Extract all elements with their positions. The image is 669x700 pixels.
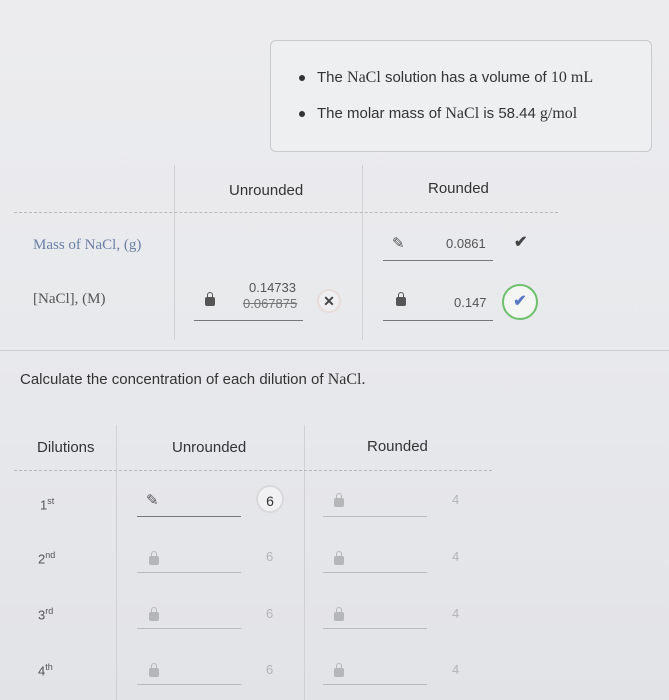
sig-fig-badge: 6 [266,549,274,564]
sig-fig-badge: 4 [452,492,460,507]
dilution-3-unrounded-input-line [137,628,241,629]
row-label-concentration: [NaCl], (M) [33,291,106,307]
lock-icon [149,551,159,565]
section-divider [0,350,669,351]
sig-fig-badge: 6 [256,485,284,513]
lock-icon [149,663,159,677]
table1-header-rule [14,212,558,213]
table1-header-rounded: Rounded [428,180,489,197]
pencil-icon[interactable]: ✎ [146,491,159,509]
dilution-label-2: 2nd [38,550,56,567]
dilution-2-rounded-input-line [323,572,427,573]
concentration-rounded-value: 0.147 [454,295,487,310]
checkmark-icon: ✔ [502,284,538,320]
sig-fig-badge: 4 [452,606,460,621]
pencil-icon[interactable]: ✎ [392,234,405,252]
dilution-4-unrounded-input-line [137,684,241,685]
bullet-dot [299,75,305,82]
dilution-3-rounded-input-line [323,628,427,629]
dilution-1-rounded-input-line [323,516,427,517]
lock-icon [396,292,406,306]
info-bullet-molar-mass: The molar mass of NaCl is 58.44 g/mol [299,105,577,123]
table2-header-rule [14,470,492,471]
row-label-mass: Mass of NaCl, (g) [33,237,142,253]
table1-divider [174,165,175,340]
lock-icon [334,607,344,621]
table2-header-unrounded: Unrounded [172,439,247,456]
lock-icon [334,551,344,565]
dilution-2-unrounded-input-line [137,572,241,573]
table2-header-dilutions: Dilutions [37,439,95,456]
dilution-1-unrounded-input-line[interactable] [137,516,241,517]
instruction-text: Calculate the concentration of each dilu… [20,371,366,388]
table1-divider [362,165,363,340]
dilution-label-3: 3rd [38,606,54,623]
lock-icon [149,607,159,621]
mass-rounded-value[interactable]: 0.0861 [446,236,486,251]
bullet-dot [299,111,305,118]
lock-icon [334,493,344,507]
lock-icon [205,292,215,306]
sig-fig-badge: 4 [452,662,460,677]
dilution-4-rounded-input-line [323,684,427,685]
concentration-unrounded-value: 0.067875 [243,296,298,311]
table2-divider [116,425,117,700]
concentration-unrounded-input-line [194,320,303,321]
sig-fig-badge: 6 [266,662,274,677]
sig-fig-badge: 4 [452,549,460,564]
concentration-rounded-input-line [383,320,493,321]
table2-header-rounded: Rounded [367,438,428,455]
concentration-correct-value: 0.14733 [249,280,296,295]
dilution-label-1: 1st [40,496,55,513]
checkmark-icon: ✔ [514,234,528,251]
table1-header-unrounded: Unrounded [229,182,304,199]
lock-icon [334,663,344,677]
table2-divider [304,425,305,700]
sig-fig-badge: 6 [266,606,274,621]
dilution-label-4: 4th [38,662,53,679]
x-mark-icon: ✕ [317,289,341,313]
info-bullet-volume: The NaCl solution has a volume of 10 mL [299,69,593,87]
mass-rounded-input-line [383,260,493,261]
info-box: The NaCl solution has a volume of 10 mL … [270,40,652,152]
